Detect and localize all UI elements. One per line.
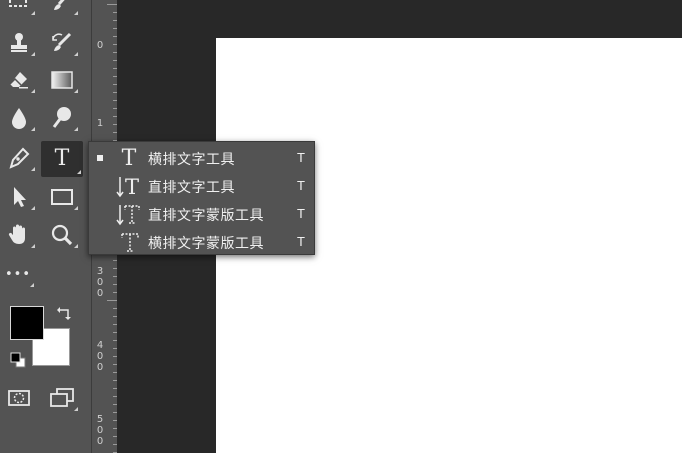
vertical-type-icon: T [113,174,145,198]
ruler-tick [113,292,117,293]
svg-text:T: T [125,175,139,198]
rectangle-tool-icon[interactable] [44,181,80,213]
ruler-tick [113,276,117,277]
path-selection-tool-icon[interactable] [1,181,37,213]
horizontal-type-icon: T [121,145,137,171]
ruler-label: 0 [96,40,104,51]
flyout-item-horizontal-type-mask[interactable]: 横排文字蒙版工具 T [89,228,314,256]
ruler-tick [113,396,117,397]
horizontal-type-mask-icon [113,230,145,254]
ruler-tick [113,388,117,389]
flyout-item-horizontal-type[interactable]: T 横排文字工具 T [89,144,314,172]
ruler-tick [113,260,117,261]
ruler-tick [113,108,117,109]
clone-stamp-tool-icon[interactable] [1,27,37,59]
flyout-item-shortcut: T [297,178,305,193]
flyout-item-label: 直排文字蒙版工具 [148,208,264,224]
ruler-tick [113,92,117,93]
flyout-item-label: 横排文字工具 [148,152,235,168]
ruler-tick [113,268,117,269]
ruler-tick [113,84,117,85]
swap-colors-icon[interactable] [56,305,72,325]
pen-tool-icon[interactable] [1,142,37,174]
ruler-tick [113,100,117,101]
quick-mask-icon[interactable] [1,382,37,414]
ruler-tick [113,340,117,341]
ruler-tick [113,116,117,117]
zoom-tool-icon[interactable] [44,219,80,251]
ruler-tick [113,124,117,125]
ruler-tick [113,28,117,29]
marquee-tool-icon[interactable] [1,0,37,18]
hand-tool-icon[interactable] [1,219,37,251]
ruler-label: 4 0 0 [96,340,104,373]
ruler-label: 1 [96,118,104,129]
ruler-tick [107,4,117,5]
ruler-tick [113,356,117,357]
ruler-tick [113,44,117,45]
ruler-tick [113,76,117,77]
ruler-tick [113,332,117,333]
default-colors-icon[interactable] [10,352,26,372]
foreground-color-swatch[interactable] [10,306,44,340]
ruler-tick [113,284,117,285]
more-tools-icon[interactable]: ••• [0,258,36,290]
ruler-tick [113,444,117,445]
flyout-item-shortcut: T [297,150,305,165]
ruler-tick [113,36,117,37]
ruler-tick [113,420,117,421]
ruler-tick [113,132,117,133]
ruler-tick [113,324,117,325]
ruler-tick [113,12,117,13]
flyout-item-label: 直排文字工具 [148,180,235,196]
screen-mode-icon[interactable] [44,382,80,414]
ruler-tick [113,412,117,413]
tools-panel: T ••• [0,0,91,453]
ruler-tick [113,428,117,429]
blur-tool-icon[interactable] [1,102,37,134]
ruler-tick [113,364,117,365]
flyout-item-label: 横排文字蒙版工具 [148,236,264,252]
ruler-tick [113,20,117,21]
flyout-item-vertical-type-mask[interactable]: 直排文字蒙版工具 T [89,200,314,228]
ruler-tick [113,68,117,69]
ruler-label: 5 0 0 [96,414,104,447]
dodge-tool-icon[interactable] [44,102,80,134]
eraser-tool-icon[interactable] [1,64,37,96]
ruler-tick [113,436,117,437]
history-brush-tool-icon[interactable] [44,27,80,59]
ruler-tick [113,308,117,309]
gradient-tool-icon[interactable] [44,64,80,96]
type-tool-flyout-menu: T 横排文字工具 T T 直排文字工具 T 直排文字蒙版工具 T 横排文字蒙版工… [88,141,315,255]
ruler-tick [107,300,117,301]
flyout-item-vertical-type[interactable]: T 直排文字工具 T [89,172,314,200]
flyout-item-shortcut: T [297,234,305,249]
ruler-tick [113,348,117,349]
ruler-tick [113,380,117,381]
ruler-label: 3 0 0 [96,266,104,299]
type-tool-icon[interactable]: T [41,141,83,177]
brush-tool-icon[interactable] [44,0,80,18]
ruler-tick [113,52,117,53]
ruler-tick [113,60,117,61]
ruler-tick [113,404,117,405]
vertical-type-mask-icon [113,202,145,226]
ruler-tick [113,372,117,373]
flyout-item-shortcut: T [297,206,305,221]
ruler-tick [113,316,117,317]
selected-bullet-icon [97,155,103,161]
